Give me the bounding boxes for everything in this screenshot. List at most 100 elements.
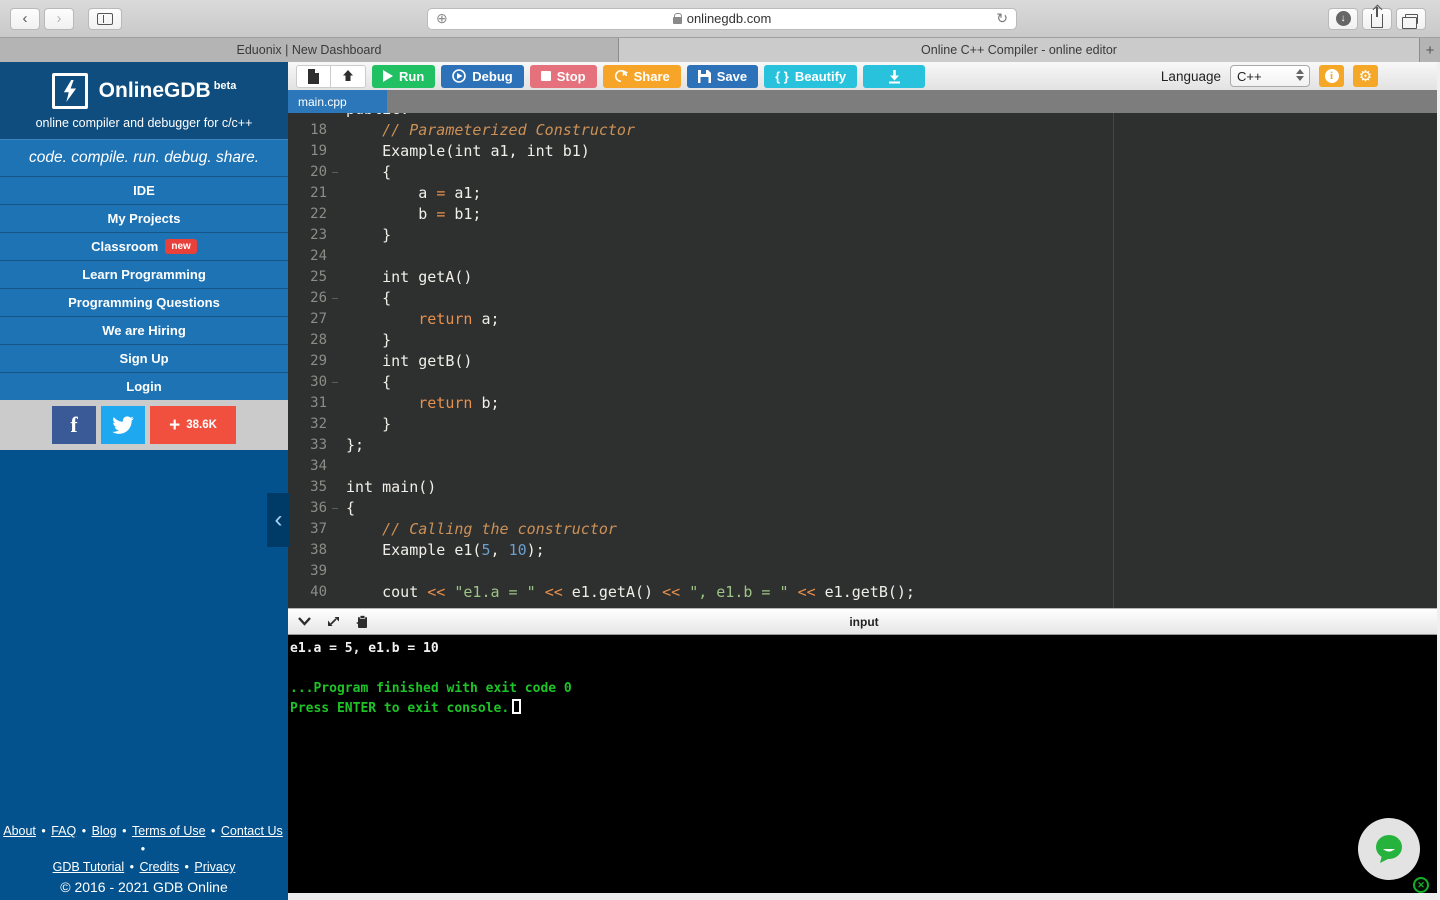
stop-button[interactable]: Stop <box>529 64 597 88</box>
language-select[interactable]: C++ <box>1230 65 1310 87</box>
line-number[interactable]: 30– <box>288 372 340 393</box>
forward-button[interactable]: › <box>44 7 74 30</box>
save-button[interactable]: Save <box>686 64 759 88</box>
line-number[interactable]: 20– <box>288 162 340 183</box>
chat-close-button[interactable]: ✕ <box>1413 877 1429 893</box>
line-number[interactable]: 36– <box>288 498 340 519</box>
facebook-button[interactable]: f <box>52 406 96 444</box>
sidebar-toggle-button[interactable] <box>88 7 122 30</box>
code-line[interactable]: 23 } <box>288 225 1440 246</box>
line-number[interactable]: 18 <box>288 120 340 141</box>
sidebar-item-sign-up[interactable]: Sign Up <box>0 344 288 372</box>
fold-marker-icon[interactable]: – <box>332 372 338 393</box>
line-number[interactable]: 39 <box>288 561 340 582</box>
line-number[interactable]: 28 <box>288 330 340 351</box>
sidebar-item-programming-questions[interactable]: Programming Questions <box>0 288 288 316</box>
line-number[interactable]: 31 <box>288 393 340 414</box>
beautify-button[interactable]: { } Beautify <box>764 64 858 88</box>
code-line[interactable]: 33}; <box>288 435 1440 456</box>
share-count-button[interactable]: + 38.6K <box>150 406 236 444</box>
line-number[interactable]: 38 <box>288 540 340 561</box>
sidebar-item-learn-programming[interactable]: Learn Programming <box>0 260 288 288</box>
open-file-button[interactable] <box>331 64 366 88</box>
code-line[interactable]: 32 } <box>288 414 1440 435</box>
code-line[interactable]: 36– { <box>288 498 1440 519</box>
back-button[interactable]: ‹ <box>10 7 40 30</box>
fold-marker-icon[interactable]: – <box>332 162 338 183</box>
debug-button[interactable]: Debug <box>441 64 524 88</box>
share-page-button[interactable] <box>1362 6 1392 30</box>
code-line[interactable]: 26– { <box>288 288 1440 309</box>
new-tab-button[interactable]: + <box>1420 38 1440 62</box>
footer-link[interactable]: Contact Us <box>221 824 283 838</box>
sidebar-item-login[interactable]: Login <box>0 372 288 400</box>
line-number[interactable]: 32 <box>288 414 340 435</box>
browser-tab[interactable]: Online C++ Compiler - online editor <box>619 38 1420 62</box>
line-number[interactable]: 23 <box>288 225 340 246</box>
line-number[interactable]: 26– <box>288 288 340 309</box>
code-line[interactable]: 18 // Parameterized Constructor <box>288 120 1440 141</box>
code-line[interactable]: 17public: <box>288 113 1440 120</box>
chat-widget-button[interactable] <box>1358 818 1420 880</box>
line-number[interactable]: 29 <box>288 351 340 372</box>
sidebar-item-we-are-hiring[interactable]: We are Hiring <box>0 316 288 344</box>
code-line[interactable]: 20– { <box>288 162 1440 183</box>
code-line[interactable]: 29 int getB() <box>288 351 1440 372</box>
footer-link[interactable]: Terms of Use <box>132 824 206 838</box>
code-line[interactable]: 39 <box>288 561 1440 582</box>
code-line[interactable]: 37 // Calling the constructor <box>288 519 1440 540</box>
code-line[interactable]: 40 cout << "e1.a = " << e1.getA() << ", … <box>288 582 1440 603</box>
line-number[interactable]: 27 <box>288 309 340 330</box>
sidebar-item-my-projects[interactable]: My Projects <box>0 204 288 232</box>
footer-link[interactable]: Credits <box>139 860 179 874</box>
browser-tab[interactable]: Eduonix | New Dashboard <box>0 38 619 62</box>
line-number[interactable]: 25 <box>288 267 340 288</box>
sidebar-collapse-handle[interactable]: ‹ <box>267 493 290 547</box>
line-number[interactable]: 22 <box>288 204 340 225</box>
code-line[interactable]: 28 } <box>288 330 1440 351</box>
sidebar-item-ide[interactable]: IDE <box>0 176 288 204</box>
tab-overview-button[interactable] <box>1396 7 1426 30</box>
settings-button[interactable]: ⚙ <box>1353 65 1378 87</box>
twitter-button[interactable] <box>101 406 145 444</box>
code-line[interactable]: 22 b = b1; <box>288 204 1440 225</box>
footer-link[interactable]: FAQ <box>51 824 76 838</box>
line-number[interactable]: 34 <box>288 456 340 477</box>
line-number[interactable]: 24 <box>288 246 340 267</box>
fold-marker-icon[interactable]: – <box>332 498 338 519</box>
footer-link[interactable]: Privacy <box>194 860 235 874</box>
code-line[interactable]: 19 Example(int a1, int b1) <box>288 141 1440 162</box>
new-file-button[interactable] <box>296 64 331 88</box>
fold-marker-icon[interactable]: – <box>332 288 338 309</box>
downloads-button[interactable]: ↓ <box>1328 7 1358 30</box>
footer-link[interactable]: GDB Tutorial <box>53 860 125 874</box>
file-tab-main-cpp[interactable]: main.cpp <box>288 90 387 113</box>
line-number[interactable]: 37 <box>288 519 340 540</box>
sidebar-item-classroom[interactable]: Classroom new <box>0 232 288 260</box>
code-line[interactable]: 35 int main() <box>288 477 1440 498</box>
download-button[interactable] <box>863 64 926 88</box>
run-button[interactable]: Run <box>372 64 436 88</box>
info-button[interactable]: i <box>1319 65 1344 87</box>
code-line[interactable]: 38 Example e1(5, 10); <box>288 540 1440 561</box>
code-line[interactable]: 25 int getA() <box>288 267 1440 288</box>
share-button[interactable]: Share <box>602 64 681 88</box>
code-line[interactable]: 27 return a; <box>288 309 1440 330</box>
code-line[interactable]: 30– { <box>288 372 1440 393</box>
line-number[interactable]: 35 <box>288 477 340 498</box>
line-number[interactable]: 33 <box>288 435 340 456</box>
line-number[interactable]: 40 <box>288 582 340 603</box>
code-line[interactable]: 21 a = a1; <box>288 183 1440 204</box>
footer-link[interactable]: Blog <box>92 824 117 838</box>
address-bar[interactable]: ⊕ onlinegdb.com ↻ <box>427 7 1017 30</box>
code-line[interactable]: 31 return b; <box>288 393 1440 414</box>
footer-link[interactable]: About <box>3 824 36 838</box>
code-line[interactable]: 34 <box>288 456 1440 477</box>
code-editor[interactable]: 17public:18 // Parameterized Constructor… <box>288 113 1440 608</box>
circle-plus-icon[interactable]: ⊕ <box>436 10 448 27</box>
line-number[interactable]: 17 <box>288 113 340 120</box>
reload-icon[interactable]: ↻ <box>996 10 1008 27</box>
console-output[interactable]: e1.a = 5, e1.b = 10 ...Program finished w… <box>288 635 1440 893</box>
line-number[interactable]: 19 <box>288 141 340 162</box>
code-line[interactable]: 24 <box>288 246 1440 267</box>
